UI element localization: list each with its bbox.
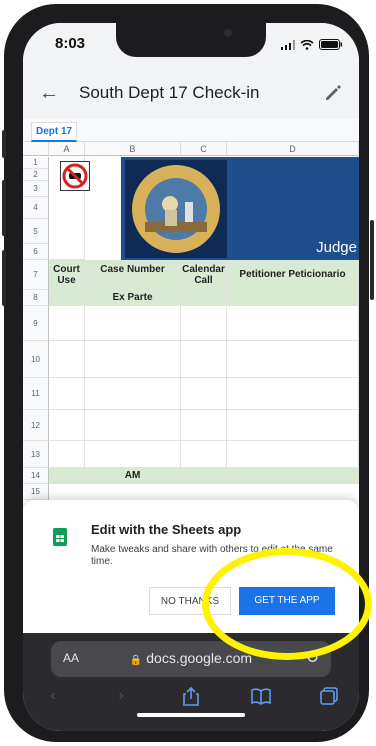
table-cell[interactable] <box>181 378 227 410</box>
document-title: South Dept 17 Check-in <box>79 83 260 102</box>
row-header-12[interactable]: 12 <box>23 410 49 441</box>
court-seal-logo <box>125 160 227 258</box>
table-cell[interactable] <box>49 341 85 378</box>
row-header-13[interactable]: 13 <box>23 441 49 468</box>
sheet-tab-dept-17[interactable]: Dept 17 <box>31 122 78 142</box>
table-cell[interactable] <box>227 410 359 441</box>
table-cell[interactable] <box>85 441 181 468</box>
share-icon[interactable] <box>179 685 203 707</box>
power-button <box>370 220 374 300</box>
front-camera <box>224 29 232 37</box>
cell-d8[interactable] <box>227 290 359 306</box>
status-icons <box>281 39 343 50</box>
app-bar: ← South Dept 17 Check-in <box>23 69 359 120</box>
cell-a14[interactable] <box>49 468 85 484</box>
column-header-d[interactable]: D <box>227 142 359 156</box>
judge-label: Judge <box>316 239 357 256</box>
table-cell[interactable] <box>85 341 181 378</box>
volume-up-button <box>2 180 6 236</box>
forward-icon[interactable]: › <box>109 685 133 707</box>
status-time: 8:03 <box>55 35 86 52</box>
table-cell[interactable] <box>49 441 85 468</box>
back-arrow-icon[interactable]: ← <box>39 81 59 105</box>
table-cell[interactable] <box>85 306 181 341</box>
spreadsheet-grid[interactable]: A B C D 1 2 3 4 5 6 7 8 9 10 11 12 13 14… <box>23 142 359 518</box>
table-cell[interactable] <box>181 410 227 441</box>
no-parking-icon <box>60 161 90 191</box>
battery-icon <box>319 39 342 50</box>
pencil-icon[interactable] <box>321 81 345 105</box>
row-header-9[interactable]: 9 <box>23 306 49 341</box>
table-cell[interactable] <box>227 341 359 378</box>
row-header-5[interactable]: 5 <box>23 219 49 244</box>
notch <box>116 23 266 57</box>
header-petitioner[interactable]: Petitioner Peticionario <box>227 260 359 290</box>
table-cell[interactable] <box>49 410 85 441</box>
row-header-2[interactable]: 2 <box>23 169 49 181</box>
bookmarks-icon[interactable] <box>249 685 273 707</box>
cell-am[interactable]: AM <box>85 468 181 484</box>
header-court-use[interactable]: Court Use <box>49 260 85 290</box>
sheet-tab-strip: Dept 17 <box>23 119 359 142</box>
row-header-7[interactable]: 7 <box>23 260 49 290</box>
signal-icon <box>281 39 295 50</box>
table-cell[interactable] <box>227 306 359 341</box>
cell-c8[interactable] <box>181 290 227 306</box>
wifi-icon <box>300 39 314 50</box>
home-indicator[interactable] <box>137 713 245 717</box>
table-cell[interactable] <box>181 441 227 468</box>
table-cell[interactable] <box>227 441 359 468</box>
highlight-ellipse <box>202 548 372 660</box>
row-header-3[interactable]: 3 <box>23 181 49 197</box>
table-cell[interactable] <box>227 378 359 410</box>
url-label: docs.google.com <box>146 650 253 666</box>
table-cell[interactable] <box>49 378 85 410</box>
header-calendar-call[interactable]: Calendar Call <box>181 260 227 290</box>
row-header-6[interactable]: 6 <box>23 244 49 260</box>
cell-d14[interactable] <box>227 468 359 484</box>
row-header-10[interactable]: 10 <box>23 341 49 378</box>
cell-a8[interactable] <box>49 290 85 306</box>
volume-down-button <box>2 250 6 306</box>
cell-ex-parte[interactable]: Ex Parte <box>85 290 181 306</box>
row-header-8[interactable]: 8 <box>23 290 49 306</box>
table-cell[interactable] <box>181 341 227 378</box>
row-header-15[interactable]: 15 <box>23 484 49 500</box>
column-header-a[interactable]: A <box>49 142 85 156</box>
table-cell[interactable] <box>85 410 181 441</box>
cell-c14[interactable] <box>181 468 227 484</box>
mute-switch <box>2 130 6 158</box>
column-header-c[interactable]: C <box>181 142 227 156</box>
column-header-b[interactable]: B <box>85 142 181 156</box>
row-header-11[interactable]: 11 <box>23 378 49 410</box>
header-case-number[interactable]: Case Number <box>85 260 181 290</box>
row-header-4[interactable]: 4 <box>23 197 49 219</box>
table-cell[interactable] <box>85 378 181 410</box>
google-sheets-icon <box>53 528 67 546</box>
row-header-14[interactable]: 14 <box>23 468 49 484</box>
back-icon[interactable]: ‹ <box>41 685 65 707</box>
table-cell[interactable] <box>49 306 85 341</box>
table-cell[interactable] <box>181 306 227 341</box>
row-header-1[interactable]: 1 <box>23 157 49 169</box>
tabs-icon[interactable] <box>317 685 341 707</box>
lock-icon: 🔒 <box>129 655 143 666</box>
prompt-title: Edit with the Sheets app <box>91 522 242 537</box>
select-all-corner[interactable] <box>23 142 49 156</box>
